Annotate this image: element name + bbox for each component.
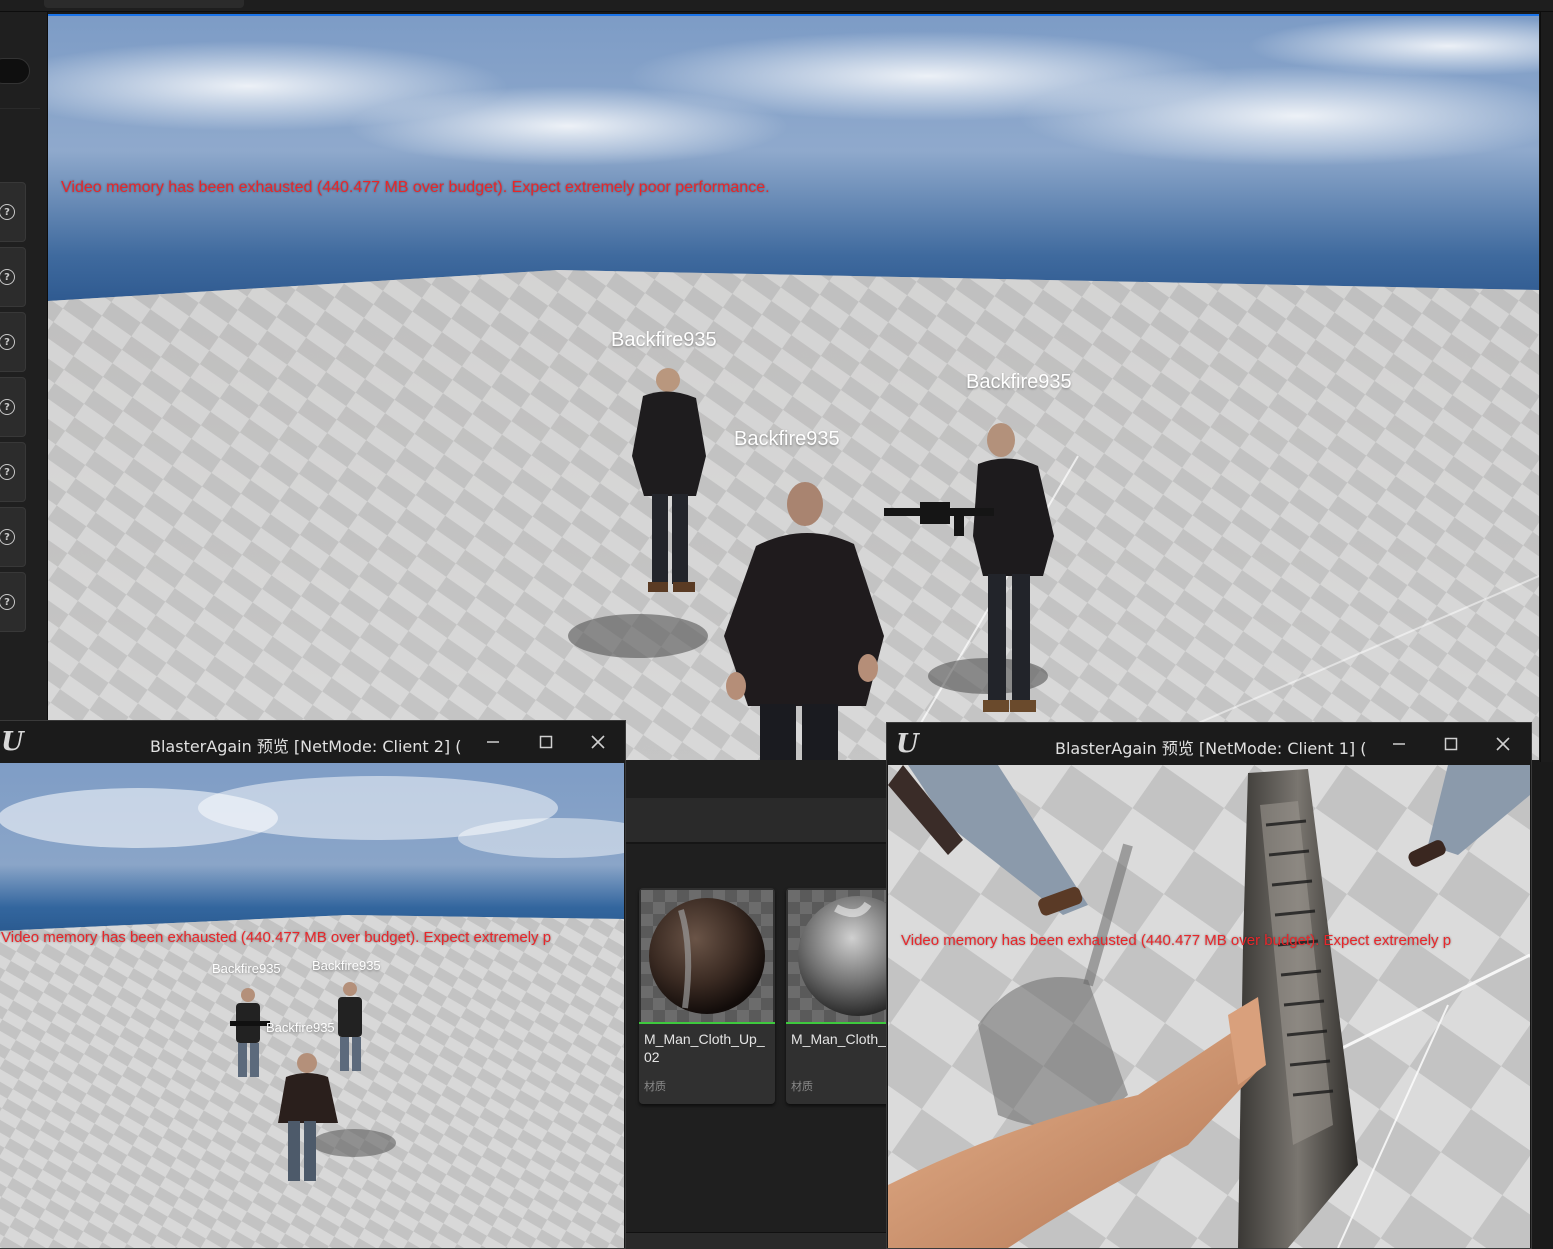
pie-window-client-2[interactable]: U BlasterAgain 预览 [NetMode: Client 2] ( (0, 720, 626, 1249)
content-browser-divider (626, 842, 888, 844)
asset-tile-1[interactable]: M_Man_Cloth_Up_02 材质 (639, 888, 775, 1104)
window-title: BlasterAgain 预览 [NetMode: Client 1] ( (1055, 739, 1367, 758)
right-panel-edge (1540, 12, 1553, 762)
help-button-3[interactable]: ? (0, 312, 26, 372)
content-browser-status-bar (626, 1232, 888, 1249)
asset-name: M_Man_Cloth_Up_02 (644, 1031, 765, 1065)
unreal-logo-icon: U (896, 729, 919, 759)
asset-type: 材质 (644, 1080, 666, 1093)
panel-divider (0, 108, 40, 109)
asset-type: 材质 (791, 1080, 813, 1093)
maximize-icon[interactable] (531, 729, 561, 755)
client-1-scene (888, 765, 1530, 1248)
question-circle-icon: ? (0, 464, 15, 480)
memory-warning-text: Video memory has been exhausted (440.477… (1, 929, 552, 946)
memory-warning-text: Video memory has been exhausted (440.477… (901, 932, 1452, 949)
pie-window-client-1[interactable]: U BlasterAgain 预览 [NetMode: Client 1] ( (886, 722, 1532, 1249)
content-browser-toolbar (626, 798, 888, 842)
asset-name: M_Man_Cloth_03 (791, 1031, 888, 1047)
help-button-5[interactable]: ? (0, 442, 26, 502)
window-title: BlasterAgain 预览 [NetMode: Client 2] ( (150, 737, 462, 756)
window-title-bar[interactable]: U BlasterAgain 预览 [NetMode: Client 1] ( (887, 723, 1531, 765)
help-button-4[interactable]: ? (0, 377, 26, 437)
help-button-6[interactable]: ? (0, 507, 26, 567)
question-circle-icon: ? (0, 334, 15, 350)
unreal-editor-window: ? ? ? ? ? ? ? Video memory has been exha… (0, 0, 1553, 1249)
window-title-bar[interactable]: U BlasterAgain 预览 [NetMode: Client 2] ( (0, 721, 625, 763)
editor-top-bar (0, 0, 1553, 12)
asset-thumbnail (788, 890, 888, 1022)
question-circle-icon: ? (0, 529, 15, 545)
asset-tile-2[interactable]: M_Man_Cloth_03 材质 (786, 888, 888, 1104)
maximize-icon[interactable] (1436, 731, 1466, 757)
player-nameplate-1: Backfire935 (212, 961, 281, 976)
asset-type-indicator (639, 1022, 775, 1024)
editor-tab[interactable] (44, 0, 244, 8)
question-circle-icon: ? (0, 399, 15, 415)
client-1-viewport[interactable]: Video memory has been exhausted (440.477… (888, 765, 1530, 1248)
question-circle-icon: ? (0, 594, 15, 610)
close-icon[interactable] (1488, 731, 1518, 757)
player-nameplate-3: Backfire935 (734, 428, 840, 450)
unreal-logo-icon: U (1, 727, 24, 757)
content-browser: M_Man_Cloth_Up_02 材质 M_Man_Cloth_ 材质 (626, 760, 888, 1249)
question-circle-icon: ? (0, 204, 15, 220)
asset-type-indicator (786, 1022, 888, 1024)
minimize-icon[interactable] (1384, 731, 1414, 757)
help-button-1[interactable]: ? (0, 182, 26, 242)
client-2-viewport[interactable]: Video memory has been exhausted (440.477… (0, 763, 624, 1248)
minimize-icon[interactable] (478, 729, 508, 755)
asset-thumbnail (641, 890, 773, 1022)
client-2-scene (0, 763, 624, 1248)
player-nameplate-2: Backfire935 (966, 371, 1072, 393)
viewport-scene (48, 16, 1539, 760)
help-button-7[interactable]: ? (0, 572, 26, 632)
details-panel: ? ? ? ? ? ? ? (0, 12, 48, 722)
close-icon[interactable] (583, 729, 613, 755)
player-nameplate-3: Backfire935 (266, 1020, 335, 1035)
main-viewport[interactable]: Video memory has been exhausted (440.477… (48, 14, 1539, 760)
help-button-2[interactable]: ? (0, 247, 26, 307)
player-nameplate-1: Backfire935 (611, 329, 717, 351)
details-search-input[interactable] (0, 58, 30, 84)
memory-warning-text: Video memory has been exhausted (440.477… (61, 179, 770, 196)
player-nameplate-2: Backfire935 (312, 958, 381, 973)
question-circle-icon: ? (0, 269, 15, 285)
